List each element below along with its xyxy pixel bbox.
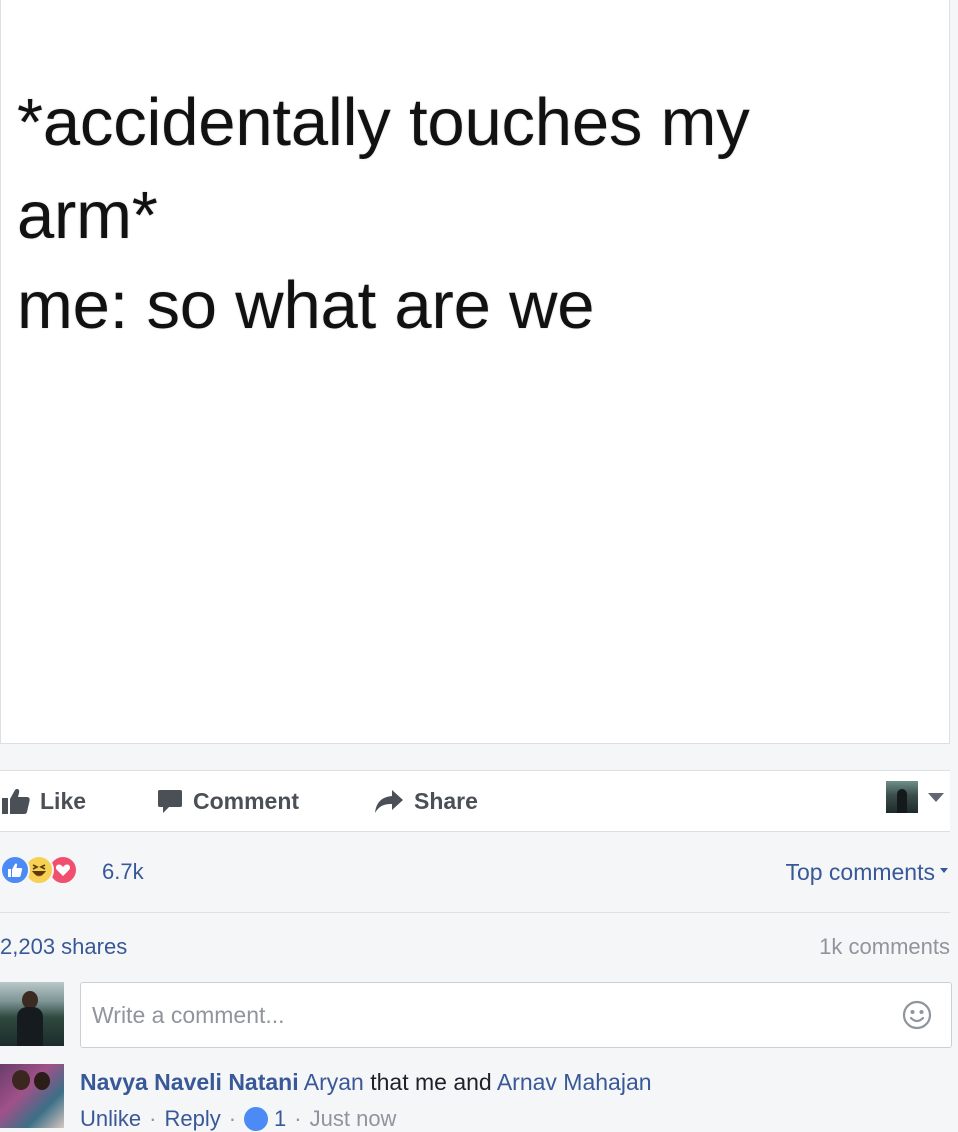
share-label: Share [414, 787, 478, 814]
meme-text-line-2: arm* [17, 178, 158, 253]
comment-sort-label: Top comments [785, 859, 935, 885]
share-button[interactable]: Share [374, 771, 478, 831]
chevron-down-icon [928, 792, 944, 802]
comment-bubble-icon [158, 790, 182, 813]
comment-body: Navya Naveli Natani Aryan that me and Ar… [80, 1069, 652, 1096]
comment-button[interactable]: Comment [157, 771, 299, 831]
post-stats: 2,203 shares 1k comments [0, 914, 950, 980]
post-action-bar: Like Comment Share [0, 770, 950, 832]
post-image[interactable]: *accidentally touches my arm* me: so wha… [0, 0, 950, 744]
avatar[interactable] [0, 982, 64, 1046]
avatar [886, 781, 918, 813]
comment-item: Navya Naveli Natani Aryan that me and Ar… [0, 1064, 950, 1131]
comment-actions: Unlike · Reply · 1 · Just now [80, 1106, 396, 1132]
caret-down-icon [940, 868, 948, 873]
mention-link[interactable]: Arnav Mahajan [497, 1069, 652, 1095]
reactions-summary: 6.7k Top comments [0, 833, 950, 913]
unlike-link[interactable]: Unlike [80, 1106, 141, 1132]
like-reaction-icon[interactable] [244, 1107, 269, 1131]
reaction-count[interactable]: 6.7k [102, 859, 144, 885]
separator-dot: · [149, 1106, 157, 1131]
comments-count-link[interactable]: 1k comments [819, 934, 950, 960]
post-as-selector[interactable] [886, 781, 944, 813]
comment-label: Comment [193, 787, 300, 814]
separator-dot: · [294, 1106, 302, 1131]
separator-dot: · [228, 1106, 237, 1131]
comment-sort-dropdown[interactable]: Top comments [785, 859, 948, 886]
like-label: Like [40, 787, 87, 814]
reply-link[interactable]: Reply [164, 1106, 220, 1132]
shares-link[interactable]: 2,203 shares [0, 934, 127, 960]
comment-text: that me and [370, 1069, 492, 1095]
avatar[interactable] [0, 1064, 64, 1128]
meme-text-line-1: *accidentally touches my [17, 85, 750, 160]
meme-text-line-3: me: so what are we [17, 268, 595, 343]
comment-timestamp[interactable]: Just now [310, 1106, 397, 1132]
like-button[interactable]: Like [2, 771, 86, 831]
comment-composer [0, 982, 952, 1048]
thumbs-up-icon [2, 789, 30, 814]
mention-link[interactable]: Aryan [304, 1069, 364, 1095]
comment-input[interactable] [80, 982, 952, 1048]
comment-reaction-count[interactable]: 1 [274, 1106, 286, 1132]
share-arrow-icon [375, 790, 403, 813]
reaction-icons[interactable] [0, 855, 78, 885]
like-reaction-icon [0, 855, 30, 885]
emoji-icon[interactable] [902, 1000, 932, 1030]
comment-author-link[interactable]: Navya Naveli Natani [80, 1069, 299, 1095]
